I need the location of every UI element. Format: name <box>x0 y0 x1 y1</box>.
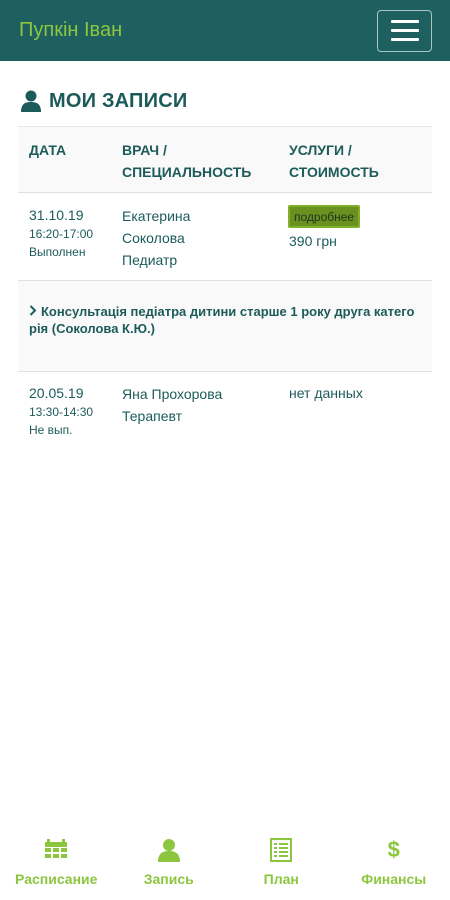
date-cell: 31.10.19 16:20-17:00 Выполнен <box>18 205 111 280</box>
doctor-cell: Яна Прохорова Терапевт <box>111 383 278 462</box>
column-header-services: УСЛУГИ / СТОИМОСТЬ <box>289 142 379 180</box>
dollar-symbol: $ <box>387 837 400 862</box>
user-icon <box>157 837 181 863</box>
doctor-specialty: Терапевт <box>122 408 183 424</box>
hamburger-icon-line <box>390 38 419 41</box>
appointment-status: Не вып. <box>29 423 73 437</box>
nav-item-plan[interactable]: План <box>225 832 338 900</box>
nav-label-schedule: Расписание <box>15 871 98 887</box>
services-text: нет данных <box>289 385 363 401</box>
table-row: 31.10.19 16:20-17:00 Выполнен Екатерина … <box>18 193 432 281</box>
services-cell: подробнее 390 грн <box>278 205 432 280</box>
chevron-right-icon <box>29 305 37 316</box>
nav-label-finance: Финансы <box>361 871 427 887</box>
table-row: 20.05.19 13:30-14:30 Не вып. Яна Прохоро… <box>18 372 432 462</box>
doctor-name: Яна Прохорова <box>122 386 223 402</box>
list-icon <box>270 837 293 863</box>
appointments-table: ДАТА ВРАЧ / СПЕЦИАЛЬНОСТЬ УСЛУГИ / СТОИМ… <box>18 126 432 462</box>
user-name: Пупкін Іван <box>19 19 123 41</box>
appointment-time: 16:20-17:00 <box>29 227 94 241</box>
nav-label-plan: План <box>263 871 299 887</box>
service-detail-text: Консультація педіатра дитини старше 1 ро… <box>29 304 415 336</box>
nav-label-booking: Запись <box>143 871 194 887</box>
appointment-time: 13:30-14:30 <box>29 405 94 419</box>
details-button[interactable]: подробнее <box>288 205 361 228</box>
doctor-cell: Екатерина Соколова Педиатр <box>111 205 278 280</box>
nav-item-finance[interactable]: $ Финансы <box>338 832 450 900</box>
hamburger-icon-line <box>390 20 419 23</box>
appointment-date: 31.10.19 <box>29 207 84 223</box>
appointment-date: 20.05.19 <box>29 385 84 401</box>
doctor-specialty: Педиатр <box>122 252 178 268</box>
bottom-navigation: Расписание Запись План $ Финансы <box>0 832 450 900</box>
table-header: ДАТА ВРАЧ / СПЕЦИАЛЬНОСТЬ УСЛУГИ / СТОИМ… <box>18 127 432 193</box>
services-cell: нет данных <box>278 383 432 462</box>
column-header-doctor: ВРАЧ / СПЕЦИАЛЬНОСТЬ <box>122 142 252 180</box>
service-details-panel: Консультація педіатра дитини старше 1 ро… <box>18 281 432 372</box>
dollar-icon: $ <box>388 837 400 863</box>
nav-item-booking[interactable]: Запись <box>113 832 226 900</box>
app-header: Пупкін Іван <box>0 0 450 61</box>
page-title-row: МОИ ЗАПИСИ <box>20 88 450 114</box>
menu-button[interactable] <box>377 9 432 52</box>
app: Пупкін Іван МОИ ЗАПИСИ ДАТА ВРАЧ / СПЕЦИ… <box>0 0 450 900</box>
doctor-last-name: Соколова <box>122 230 185 246</box>
doctor-first-name: Екатерина <box>122 208 191 224</box>
service-detail[interactable]: Консультація педіатра дитини старше 1 ро… <box>29 303 422 337</box>
user-icon <box>21 90 41 112</box>
date-cell: 20.05.19 13:30-14:30 Не вып. <box>18 383 111 462</box>
nav-item-schedule[interactable]: Расписание <box>0 832 113 900</box>
column-header-date: ДАТА <box>29 142 67 158</box>
price: 390 грн <box>289 233 337 249</box>
appointment-status: Выполнен <box>29 245 86 259</box>
hamburger-icon-line <box>390 29 419 32</box>
page-title: МОИ ЗАПИСИ <box>49 89 188 112</box>
calendar-icon <box>44 837 68 863</box>
